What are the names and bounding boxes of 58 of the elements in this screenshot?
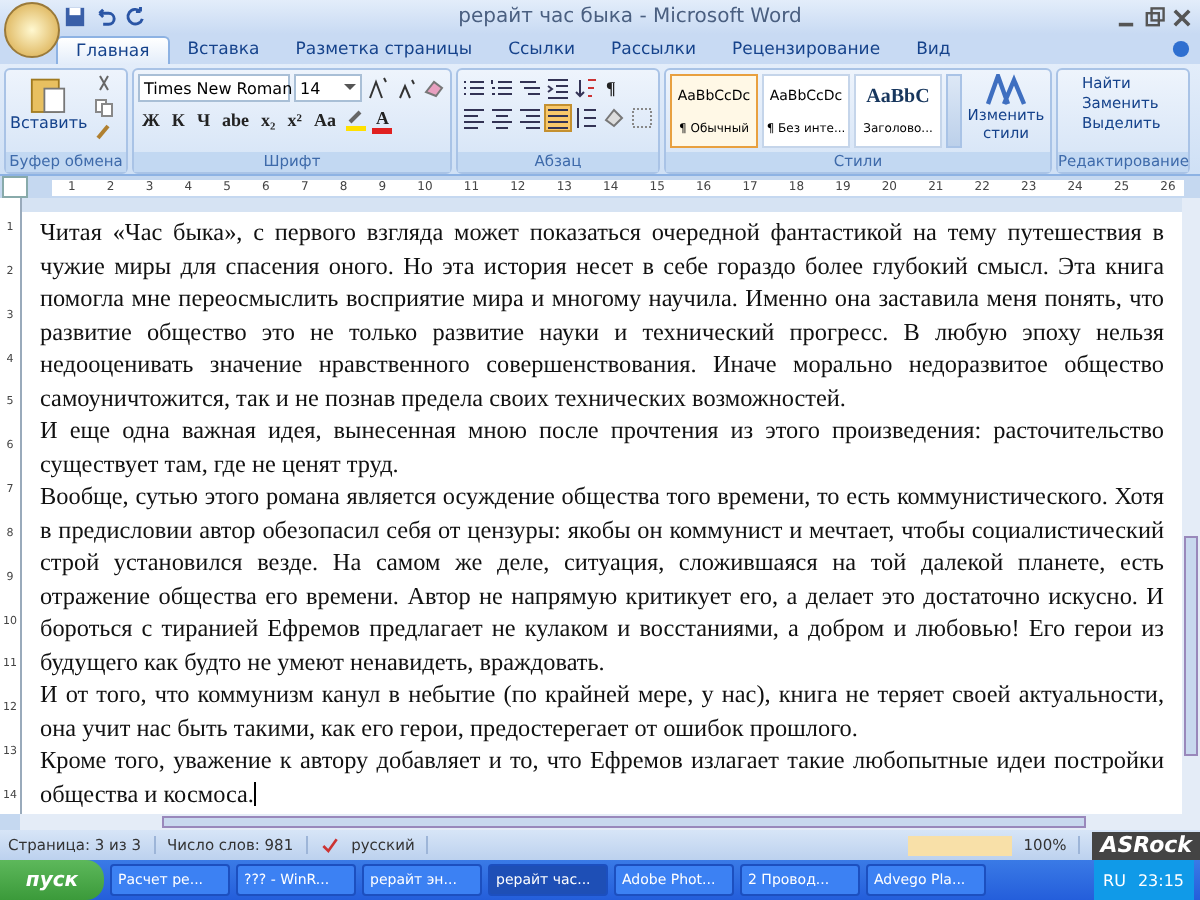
- numbered-list-icon[interactable]: [490, 76, 514, 100]
- font-family-field[interactable]: Times New Roman: [138, 74, 290, 102]
- close-icon[interactable]: [1170, 5, 1194, 29]
- redo-icon[interactable]: [124, 6, 146, 28]
- letters-icon: [986, 74, 1026, 106]
- format-button[interactable]: x₂: [257, 106, 280, 134]
- format-button[interactable]: Aa: [309, 106, 340, 134]
- pilcrow-button[interactable]: ¶: [602, 74, 620, 102]
- sort-icon[interactable]: [574, 76, 598, 100]
- spellcheck-icon[interactable]: [319, 835, 340, 855]
- eraser-icon[interactable]: [422, 76, 446, 100]
- align-center-icon[interactable]: [490, 106, 514, 130]
- save-icon[interactable]: [64, 6, 86, 28]
- format-button[interactable]: abe: [218, 106, 254, 134]
- shrink-font-icon[interactable]: [394, 76, 418, 100]
- copy-icon[interactable]: [93, 98, 114, 118]
- caret-icon[interactable]: [344, 84, 356, 92]
- indent-icon[interactable]: [546, 76, 570, 100]
- format-button[interactable]: Ч: [192, 106, 215, 134]
- justify-icon[interactable]: [546, 106, 570, 130]
- shading-icon[interactable]: [602, 106, 626, 130]
- ribbon-tab[interactable]: Ссылки: [490, 36, 593, 64]
- multilevel-list-icon[interactable]: [518, 76, 542, 100]
- clipboard-icon: [30, 74, 67, 114]
- paragraph: И еще одна важная идея, вынесенная мною после прочтения из этого произведения: расточительство существует там, где не ценят труд.: [40, 414, 1164, 480]
- undo-icon[interactable]: [94, 6, 116, 28]
- ribbon-tab[interactable]: Рассылки: [592, 36, 714, 64]
- borders-icon[interactable]: [630, 106, 654, 130]
- grow-font-icon[interactable]: [366, 76, 390, 100]
- format-painter-icon[interactable]: [93, 122, 114, 142]
- bullet-list-icon[interactable]: [462, 76, 486, 100]
- logo-overlay: ASRock: [1092, 831, 1200, 859]
- paragraph: И от того, что коммунизм канул в небытие (по крайней мере, у нас), книга не теряет своей актуальности, она учит нас быть такими, как его герои, предостерегает от ошибок прошлого.: [40, 678, 1164, 744]
- clock: 23:15: [1137, 871, 1184, 889]
- font-color-button[interactable]: A: [371, 107, 393, 133]
- ribbon-tab[interactable]: Главная: [56, 36, 170, 64]
- ribbon-tab[interactable]: Разметка страницы: [277, 36, 491, 64]
- window-title: рерайт час быка - Microsoft Word: [456, 6, 804, 28]
- paragraph: Читая «Час быка», с первого взгляда может показаться очередной фантастикой на тему путешествия в чужие миры для спасения оного. Но эта история несет в себе гораздо более глубокий смысл. Эта книга помогла мне переосмыслить восприятие мира и многому научила. Именно она заставила меня понять, что развитие общество это не только развитие науки и технический прогресс. В любую эпоху нельзя недооценивать значение нравственного совершенствования. Иначе морально недоразвитое общество самоуничтожится, так и не познав предела своих технических возможностей.: [40, 216, 1164, 414]
- horizontal-scrollbar[interactable]: [20, 814, 1200, 830]
- align-right-icon[interactable]: [518, 106, 542, 130]
- font-size-field[interactable]: 14: [294, 74, 362, 102]
- format-button[interactable]: x²: [283, 106, 306, 134]
- vertical-scrollbar[interactable]: [1182, 198, 1200, 814]
- office-button[interactable]: [4, 2, 60, 58]
- highlighter-icon[interactable]: [343, 108, 368, 132]
- format-button[interactable]: Ж: [138, 106, 164, 134]
- restore-icon[interactable]: [1142, 5, 1166, 29]
- format-button[interactable]: К: [167, 106, 189, 134]
- scissors-icon[interactable]: [93, 74, 114, 94]
- align-left-icon[interactable]: [462, 106, 486, 130]
- line-spacing-icon[interactable]: [574, 106, 598, 130]
- ribbon-tab[interactable]: Вставка: [169, 36, 278, 64]
- paragraph: Кроме того, уважение к автору добавляет и то, что Ефремов излагает такие любопытные идеи постройки общества и космоса.: [40, 744, 1164, 810]
- paragraph: Вообще, сутью этого романа является осуждение общества того времени, то есть коммунистического. Хотя в предисловии автор обезопасил себя от цензуры: якобы он коммунист и мечтает, чтобы социалистический строй установился везде. На самом же деле, ситуация, сложившаяся на той далекой планете, есть отражение общества его времени. Автор не напрямую критикует его, а делает это достаточно искусно. И бороться с тиранией Ефремов предлагает не кулаком и восстаниями, а добром и любовью! Его герои из будущего как будто не умеют ненавидеть, враждовать.: [40, 480, 1164, 678]
- ribbon-tab[interactable]: Рецензирование: [713, 36, 899, 64]
- ribbon-tab[interactable]: Вид: [898, 36, 969, 64]
- paste-button[interactable]: Вставить: [10, 74, 88, 148]
